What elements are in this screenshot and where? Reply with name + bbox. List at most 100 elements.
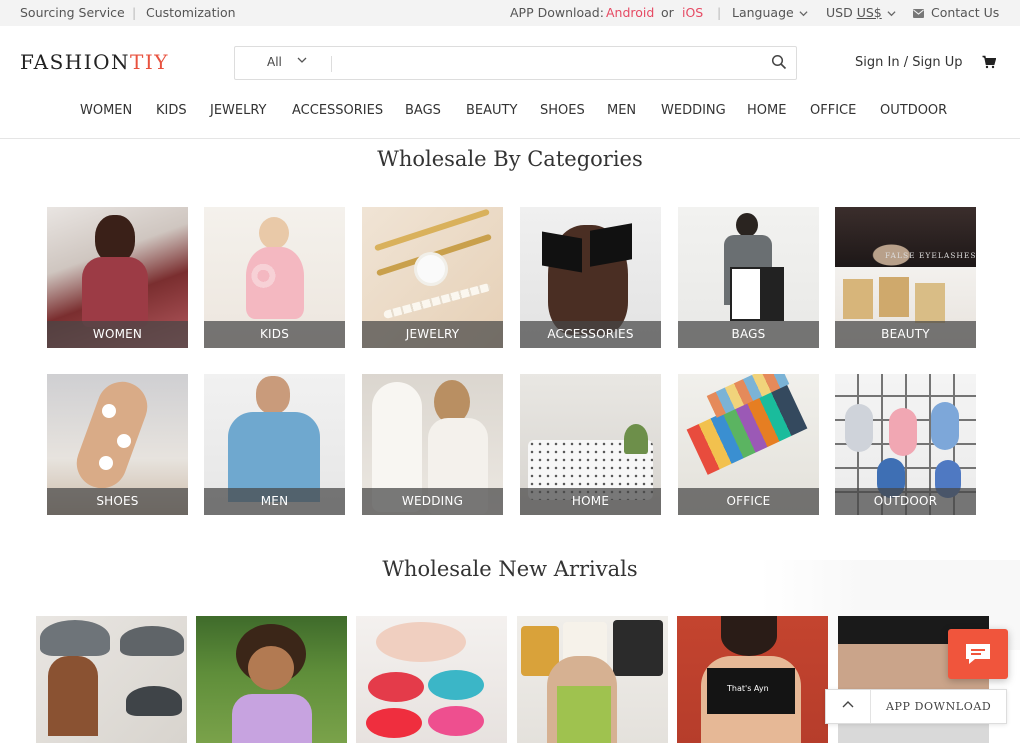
top-utility-bar: Sourcing Service | Customization APP Dow… bbox=[0, 0, 1020, 26]
category-tile-office[interactable]: OFFICE bbox=[678, 374, 819, 515]
logo-main-text: FASHION bbox=[20, 50, 131, 74]
plant-shape bbox=[624, 424, 648, 454]
sunglasses-lens bbox=[590, 223, 632, 267]
model-hair bbox=[721, 616, 777, 656]
flower-charm bbox=[417, 255, 445, 283]
category-tile-women[interactable]: WOMEN bbox=[47, 207, 188, 348]
model-figure bbox=[95, 215, 135, 263]
child-figure bbox=[48, 656, 98, 736]
topbar-divider: | bbox=[132, 5, 137, 20]
arrival-product-girl-top[interactable] bbox=[196, 616, 347, 743]
main-category-nav: WOMEN KIDS JEWELRY ACCESSORIES BAGS BEAU… bbox=[0, 100, 1020, 122]
nav-women[interactable]: WOMEN bbox=[80, 103, 132, 118]
nav-bags[interactable]: BAGS bbox=[405, 103, 441, 118]
bag-pouch bbox=[845, 404, 873, 452]
search-icon[interactable] bbox=[771, 54, 787, 70]
category-label: KIDS bbox=[204, 321, 345, 348]
false-eyelashes-text: FALSE EYELASHES bbox=[885, 251, 976, 260]
category-tile-men[interactable]: MEN bbox=[204, 374, 345, 515]
site-logo[interactable]: FASHIONTIY bbox=[20, 50, 169, 74]
app-download-button[interactable]: APP DOWNLOAD bbox=[886, 700, 991, 713]
lip-pillow bbox=[368, 672, 424, 702]
ios-link[interactable]: iOS bbox=[682, 5, 703, 20]
flower-decoration bbox=[117, 434, 131, 448]
topbar-divider: | bbox=[717, 5, 722, 20]
category-tile-accessories[interactable]: ACCESSORIES bbox=[520, 207, 661, 348]
search-category-select[interactable]: All bbox=[267, 55, 282, 69]
arrival-product-crop-top[interactable]: That's Ayn bbox=[677, 616, 828, 743]
nav-beauty[interactable]: BEAUTY bbox=[466, 103, 517, 118]
nav-kids[interactable]: KIDS bbox=[156, 103, 187, 118]
camisole bbox=[613, 620, 663, 676]
sourcing-service-link[interactable]: Sourcing Service bbox=[20, 5, 125, 20]
search-input[interactable] bbox=[335, 51, 755, 75]
child-face bbox=[248, 646, 294, 690]
language-selector[interactable]: Language bbox=[732, 5, 808, 20]
category-tile-beauty[interactable]: FALSE EYELASHES BEAUTY bbox=[835, 207, 976, 348]
category-label: WEDDING bbox=[362, 488, 503, 515]
category-label: WOMEN bbox=[47, 321, 188, 348]
baby-face bbox=[376, 622, 466, 662]
lip-pillow bbox=[428, 706, 484, 736]
currency-value: US$ bbox=[856, 5, 882, 20]
foot-shape bbox=[69, 374, 155, 496]
category-tile-shoes[interactable]: SHOES bbox=[47, 374, 188, 515]
category-label: MEN bbox=[204, 488, 345, 515]
category-tile-home[interactable]: HOME bbox=[520, 374, 661, 515]
chevron-down-icon bbox=[887, 11, 896, 17]
bag-pouch bbox=[889, 408, 917, 456]
purple-top bbox=[232, 694, 312, 743]
category-label: OFFICE bbox=[678, 488, 819, 515]
green-camisole bbox=[557, 686, 611, 743]
nav-accessories[interactable]: ACCESSORIES bbox=[292, 103, 383, 118]
nav-home[interactable]: HOME bbox=[747, 103, 786, 118]
nav-wedding[interactable]: WEDDING bbox=[661, 103, 726, 118]
chevron-down-icon[interactable] bbox=[297, 55, 307, 65]
lip-pillow bbox=[428, 670, 484, 700]
category-tile-wedding[interactable]: WEDDING bbox=[362, 374, 503, 515]
contact-us-label: Contact Us bbox=[930, 5, 1000, 20]
nav-jewelry[interactable]: JEWELRY bbox=[210, 103, 267, 118]
beret-hat bbox=[126, 686, 182, 716]
nav-outdoor[interactable]: OUTDOOR bbox=[880, 103, 947, 118]
arrival-product-lip-pillows[interactable] bbox=[356, 616, 507, 743]
category-tile-outdoor[interactable]: OUTDOOR bbox=[835, 374, 976, 515]
arrival-product-hats[interactable] bbox=[36, 616, 187, 743]
header-divider bbox=[0, 138, 1020, 139]
live-chat-button[interactable] bbox=[948, 629, 1008, 679]
category-label: JEWELRY bbox=[362, 321, 503, 348]
category-label: SHOES bbox=[47, 488, 188, 515]
app-download-bar: APP DOWNLOAD bbox=[825, 689, 1007, 724]
arrival-product-camisoles[interactable] bbox=[517, 616, 668, 743]
cart-icon[interactable] bbox=[982, 55, 996, 69]
currency-prefix: USD bbox=[826, 5, 853, 20]
flower-decoration bbox=[102, 404, 116, 418]
sign-in-link[interactable]: Sign In bbox=[855, 55, 900, 70]
nav-men[interactable]: MEN bbox=[607, 103, 636, 118]
category-tile-bags[interactable]: BAGS bbox=[678, 207, 819, 348]
logo-accent-text: TIY bbox=[130, 50, 169, 74]
back-to-top-button[interactable] bbox=[826, 690, 871, 723]
bag-pouch bbox=[931, 402, 959, 450]
nav-office[interactable]: OFFICE bbox=[810, 103, 856, 118]
currency-selector[interactable]: USD US$ bbox=[826, 5, 896, 20]
beret-hat bbox=[120, 626, 184, 656]
category-tile-kids[interactable]: KIDS bbox=[204, 207, 345, 348]
sign-up-link[interactable]: Sign Up bbox=[912, 55, 962, 70]
contact-us-link[interactable]: Contact Us bbox=[913, 5, 999, 20]
search-bar: All bbox=[234, 46, 797, 80]
chevron-down-icon bbox=[799, 11, 808, 17]
category-label: OUTDOOR bbox=[835, 488, 976, 515]
model-head bbox=[256, 376, 290, 414]
or-text: or bbox=[661, 5, 674, 20]
child-dress bbox=[246, 247, 304, 319]
nav-shoes[interactable]: SHOES bbox=[540, 103, 585, 118]
customization-link[interactable]: Customization bbox=[146, 5, 236, 20]
category-label: ACCESSORIES bbox=[520, 321, 661, 348]
search-divider bbox=[331, 56, 332, 72]
beret-hat bbox=[40, 620, 110, 656]
language-label: Language bbox=[732, 5, 794, 20]
android-link[interactable]: Android bbox=[606, 5, 654, 20]
category-tile-jewelry[interactable]: JEWELRY bbox=[362, 207, 503, 348]
chat-icon bbox=[966, 644, 990, 664]
